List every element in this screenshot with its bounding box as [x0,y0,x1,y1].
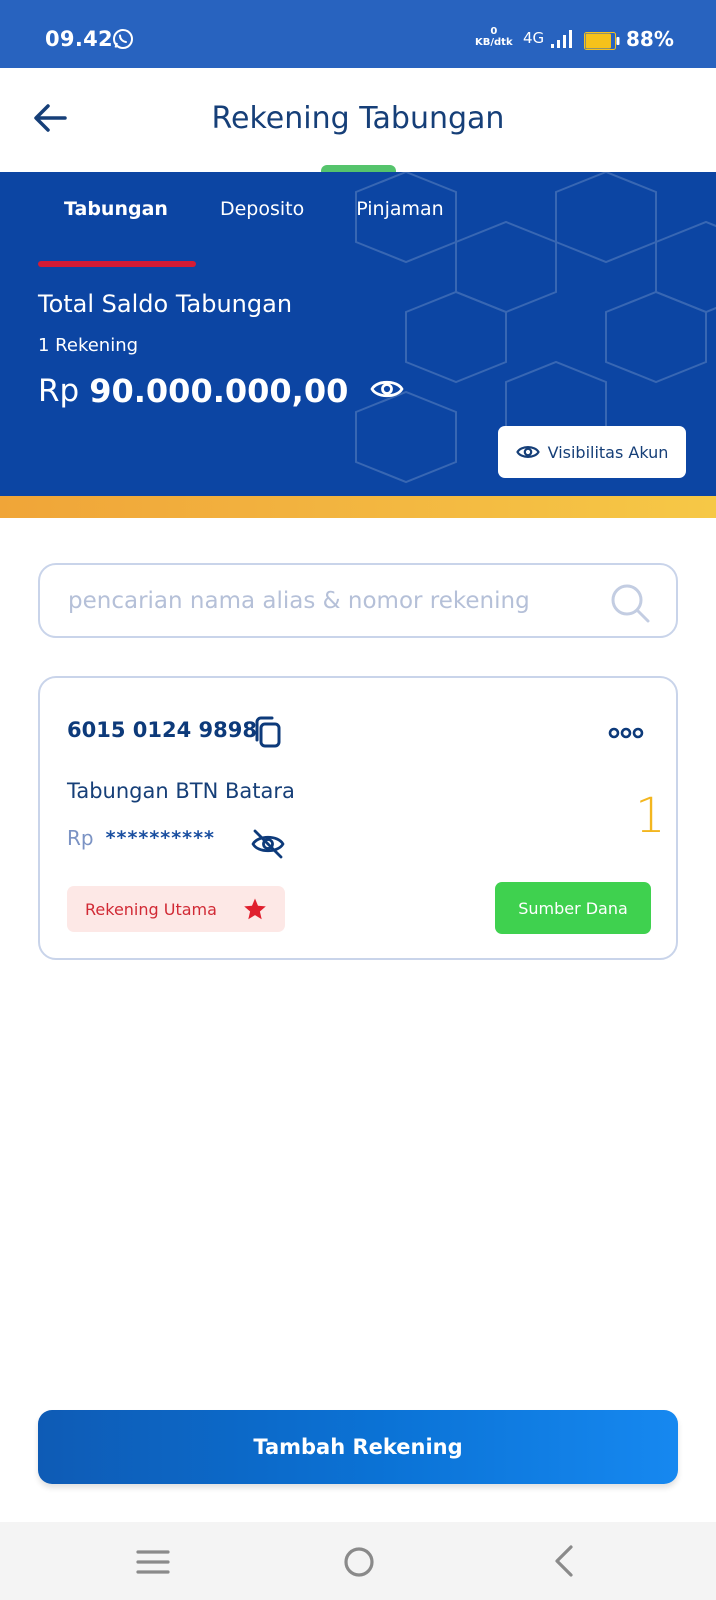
battery-percent: 88% [626,27,674,51]
battery-icon [584,32,620,54]
total-balance-title: Total Saldo Tabungan [38,290,293,318]
source-of-funds-button[interactable]: Sumber Dana [495,882,651,934]
account-badge-number: 1 [635,788,666,844]
balance-amount: 90.000.000,00 [89,372,349,410]
account-type-tabs: Tabungan Deposito Pinjaman [38,198,496,220]
status-time: 09.42 [45,27,113,51]
account-number: 6015 0124 9898 [67,718,257,742]
tab-pinjaman[interactable]: Pinjaman [356,198,443,220]
network-type: 4G [523,29,545,47]
network-speed: 0 KB/dtk [475,26,513,48]
whatsapp-icon [112,28,134,54]
account-count: 1 Rekening [38,335,139,356]
account-visibility-button[interactable]: Visibilitas Akun [498,426,686,478]
account-card[interactable]: 6015 0124 9898 Tabungan BTN Batara 1 Rp … [38,676,678,960]
home-icon[interactable] [343,1546,375,1582]
back-nav-icon[interactable] [553,1544,575,1582]
gold-accent-strip [0,496,716,518]
star-icon [244,898,266,920]
masked-balance: ********** [105,827,215,849]
status-bar: 09.42 0 KB/dtk 4G 88% [0,0,716,68]
system-nav-bar [0,1522,716,1600]
tab-tabungan[interactable]: Tabungan [64,198,168,220]
eye-icon [515,446,540,458]
primary-account-label: Rekening Utama [85,899,217,919]
account-name: Tabungan BTN Batara [67,779,295,803]
eye-icon[interactable] [370,377,404,405]
search-icon[interactable] [608,581,652,629]
signal-icon [551,30,573,52]
add-account-button[interactable]: Tambah Rekening [38,1410,678,1484]
balance-currency: Rp [38,373,80,409]
primary-account-badge: Rekening Utama [67,886,285,932]
more-options-icon[interactable] [608,724,644,743]
account-search [38,563,678,638]
account-visibility-label: Visibilitas Akun [547,442,669,462]
app-header: Rekening Tabungan [0,68,716,173]
total-balance: Rp 90.000.000,00 [38,372,404,410]
balance-hero: Tabungan Deposito Pinjaman Total Saldo T… [0,172,716,496]
account-currency: Rp [67,826,94,850]
page-title: Rekening Tabungan [211,101,505,136]
active-tab-indicator [38,261,196,267]
recent-apps-icon[interactable] [136,1548,170,1580]
copy-icon[interactable] [252,716,284,754]
search-input[interactable] [68,583,608,619]
tab-deposito[interactable]: Deposito [220,198,304,220]
eye-off-icon[interactable] [250,828,286,864]
network-speed-value: 0 [490,26,498,37]
account-balance: Rp ********** [67,826,215,850]
network-speed-unit: KB/dtk [475,37,513,48]
